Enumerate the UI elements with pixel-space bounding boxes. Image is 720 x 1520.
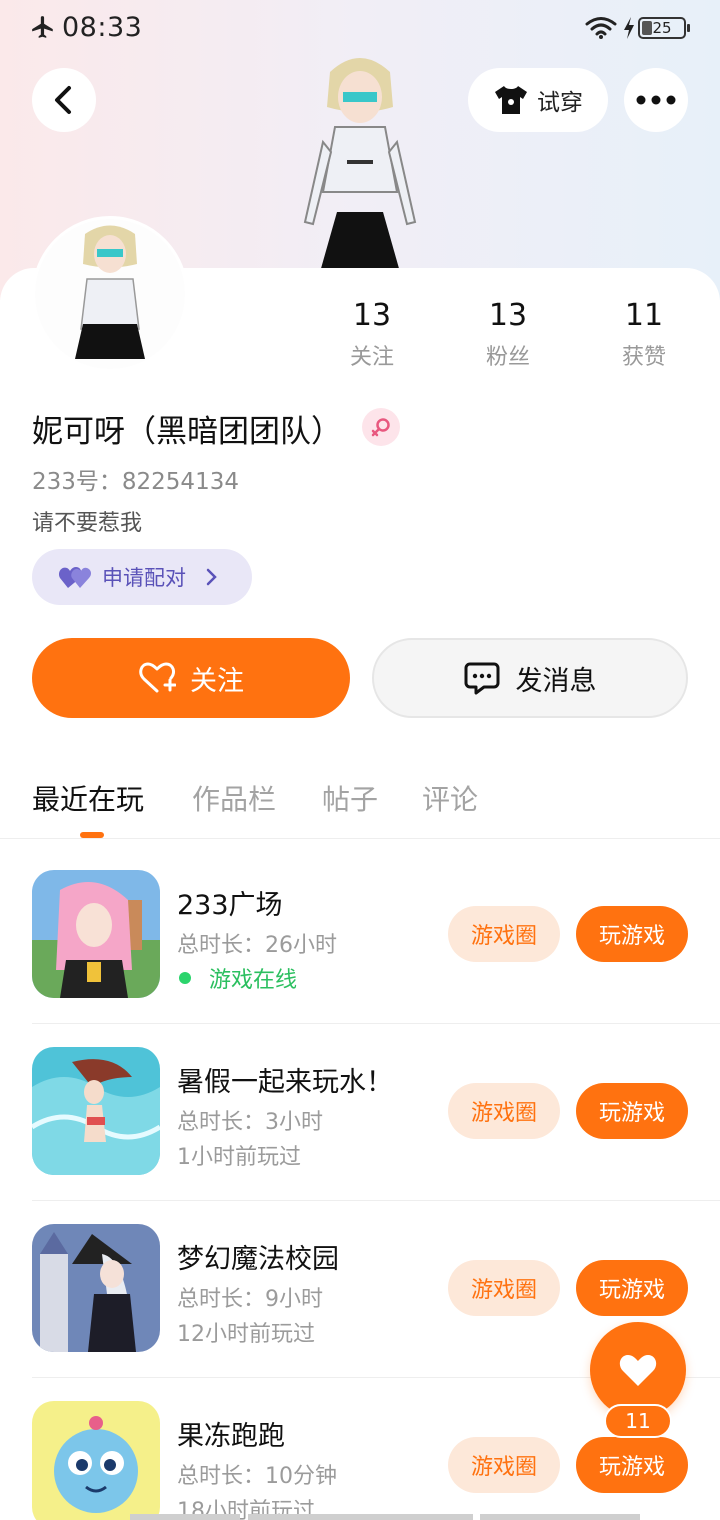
user-bio: 请不要惹我: [32, 511, 143, 536]
game-duration: 总时长：26小时: [177, 933, 337, 958]
more-dots-icon: [636, 95, 676, 105]
play-game-button[interactable]: 玩游戏: [576, 1260, 688, 1316]
tab-recently-played[interactable]: 最近在玩: [32, 778, 144, 818]
followers-label: 粉丝: [485, 345, 530, 370]
game-icon-jelly-run: [32, 1401, 160, 1520]
game-row[interactable]: 暑假一起来玩水！ 总时长：3小时 1小时前玩过 游戏圈 玩游戏: [0, 1024, 720, 1201]
following-label: 关注: [349, 345, 394, 370]
play-game-button[interactable]: 玩游戏: [576, 906, 688, 962]
avatar[interactable]: [32, 216, 188, 372]
game-icon-magic-school: [32, 1224, 160, 1352]
following-count: 13: [352, 298, 392, 333]
game-icon-summer-water: [32, 1047, 160, 1175]
bottom-scroll-indicator: [130, 1514, 640, 1520]
female-gender-icon: [362, 408, 400, 446]
game-online-status: 游戏在线: [177, 962, 297, 994]
tshirt-icon: [495, 86, 527, 114]
more-options-button[interactable]: [624, 68, 688, 132]
chevron-right-icon: [206, 568, 217, 586]
charging-icon: [624, 17, 634, 39]
game-title: 233广场: [177, 890, 283, 921]
double-heart-icon: [58, 567, 92, 588]
heart-icon: [619, 1355, 657, 1386]
game-title: 果冻跑跑: [177, 1421, 285, 1452]
apply-pair-label: 申请配对: [102, 566, 186, 590]
user-id: 233号：82254134: [32, 469, 239, 495]
game-circle-button[interactable]: 游戏圈: [448, 1260, 560, 1316]
game-circle-button[interactable]: 游戏圈: [448, 1437, 560, 1493]
game-title: 梦幻魔法校园: [177, 1244, 339, 1275]
wifi-icon: [585, 17, 617, 39]
game-title: 暑假一起来玩水！: [177, 1067, 393, 1098]
game-icon-233-plaza: [32, 870, 160, 998]
status-bar: 08:33 25: [0, 0, 720, 58]
send-message-label: 发消息: [515, 665, 597, 697]
tabs-divider: [0, 838, 720, 839]
game-last-played: 12小时前玩过: [177, 1322, 315, 1347]
game-circle-button[interactable]: 游戏圈: [448, 906, 560, 962]
airplane-mode-icon: [32, 16, 53, 38]
follow-button[interactable]: 关注: [32, 638, 350, 718]
nickname: 妮可呀（黑暗团团队）: [32, 414, 342, 450]
tab-works[interactable]: 作品栏: [192, 778, 276, 818]
game-circle-button[interactable]: 游戏圈: [448, 1083, 560, 1139]
chat-bubble-icon: [464, 662, 499, 695]
likes-count: 11: [624, 298, 664, 333]
status-time: 08:33: [62, 12, 143, 43]
character-3d-figure: [303, 58, 417, 272]
tab-posts[interactable]: 帖子: [322, 778, 378, 818]
heart-plus-icon: [139, 662, 176, 693]
try-on-label: 试穿: [537, 90, 583, 116]
game-last-played: 1小时前玩过: [177, 1145, 301, 1170]
back-button[interactable]: [32, 68, 96, 132]
play-game-button[interactable]: 玩游戏: [576, 1083, 688, 1139]
chevron-left-icon: [55, 86, 71, 114]
game-status-text: 游戏在线: [209, 968, 298, 993]
like-count-badge: 11: [604, 1404, 672, 1438]
apply-pair-button[interactable]: 申请配对: [32, 549, 252, 605]
battery-icon: 25: [638, 17, 690, 39]
game-row[interactable]: 233广场 总时长：26小时 游戏在线 游戏圈 玩游戏: [0, 847, 720, 1024]
stat-followers[interactable]: 13 粉丝: [453, 298, 563, 371]
likes-label: 获赞: [621, 345, 666, 370]
avatar-image: [35, 219, 185, 369]
try-on-button[interactable]: 试穿: [468, 68, 608, 132]
online-dot-icon: [179, 972, 191, 984]
tab-comments[interactable]: 评论: [422, 778, 478, 818]
stat-following[interactable]: 13 关注: [317, 298, 427, 371]
battery-percent: 25: [652, 19, 672, 37]
game-duration: 总时长：9小时: [177, 1287, 323, 1312]
followers-count: 13: [488, 298, 528, 333]
send-message-button[interactable]: 发消息: [372, 638, 688, 718]
follow-label: 关注: [190, 665, 244, 697]
play-game-button[interactable]: 玩游戏: [576, 1437, 688, 1493]
stat-likes[interactable]: 11 获赞: [589, 298, 699, 371]
game-duration: 总时长：10分钟: [177, 1464, 337, 1489]
game-duration: 总时长：3小时: [177, 1110, 323, 1135]
